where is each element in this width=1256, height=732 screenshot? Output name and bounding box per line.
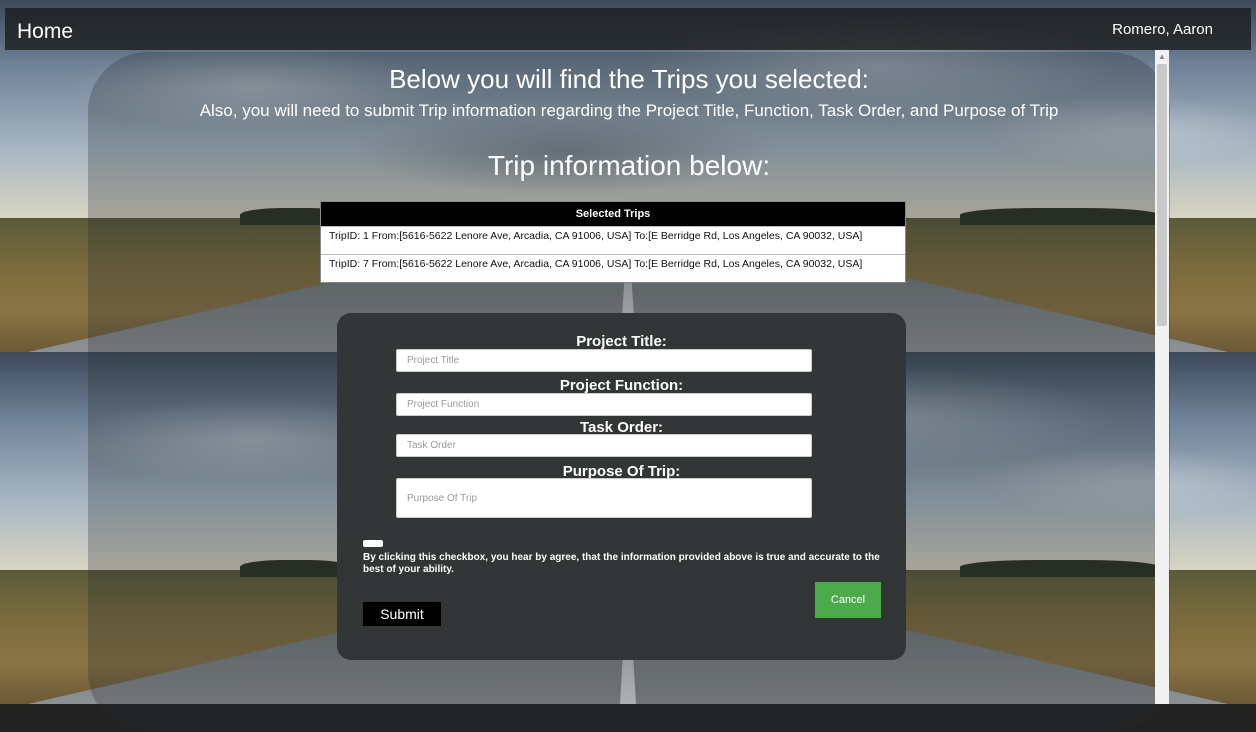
agreement-text: By clicking this checkbox, you hear by a… [363, 552, 880, 575]
project-function-input[interactable] [396, 393, 812, 416]
agreement-checkbox[interactable] [363, 540, 383, 547]
page-subtitle: Also, you will need to submit Trip infor… [199, 101, 1059, 120]
table-row: TripID: 7 From:[5616-5622 Lenore Ave, Ar… [321, 254, 905, 282]
selected-trips-table: Selected Trips TripID: 1 From:[5616-5622… [320, 201, 906, 283]
scrollbar[interactable]: ▲ [1155, 50, 1169, 704]
purpose-textarea[interactable] [396, 478, 812, 518]
table-row: TripID: 1 From:[5616-5622 Lenore Ave, Ar… [321, 226, 905, 254]
page-title: Below you will find the Trips you select… [389, 64, 869, 94]
cancel-button[interactable]: Cancel [815, 582, 881, 618]
project-title-label: Project Title: [576, 333, 667, 350]
task-order-input[interactable] [396, 434, 812, 457]
table-header: Selected Trips [321, 202, 905, 226]
scroll-up-arrow-icon[interactable]: ▲ [1155, 50, 1169, 64]
top-navbar: Home Romero, Aaron [5, 8, 1251, 50]
home-link[interactable]: Home [17, 20, 73, 44]
user-name[interactable]: Romero, Aaron [1112, 21, 1213, 38]
trip-info-heading: Trip information below: [487, 150, 771, 181]
project-function-label: Project Function: [559, 377, 684, 394]
project-title-input[interactable] [396, 349, 812, 372]
submit-button[interactable]: Submit [363, 602, 441, 626]
trip-form: Project Title: Project Function: Task Or… [337, 313, 906, 660]
